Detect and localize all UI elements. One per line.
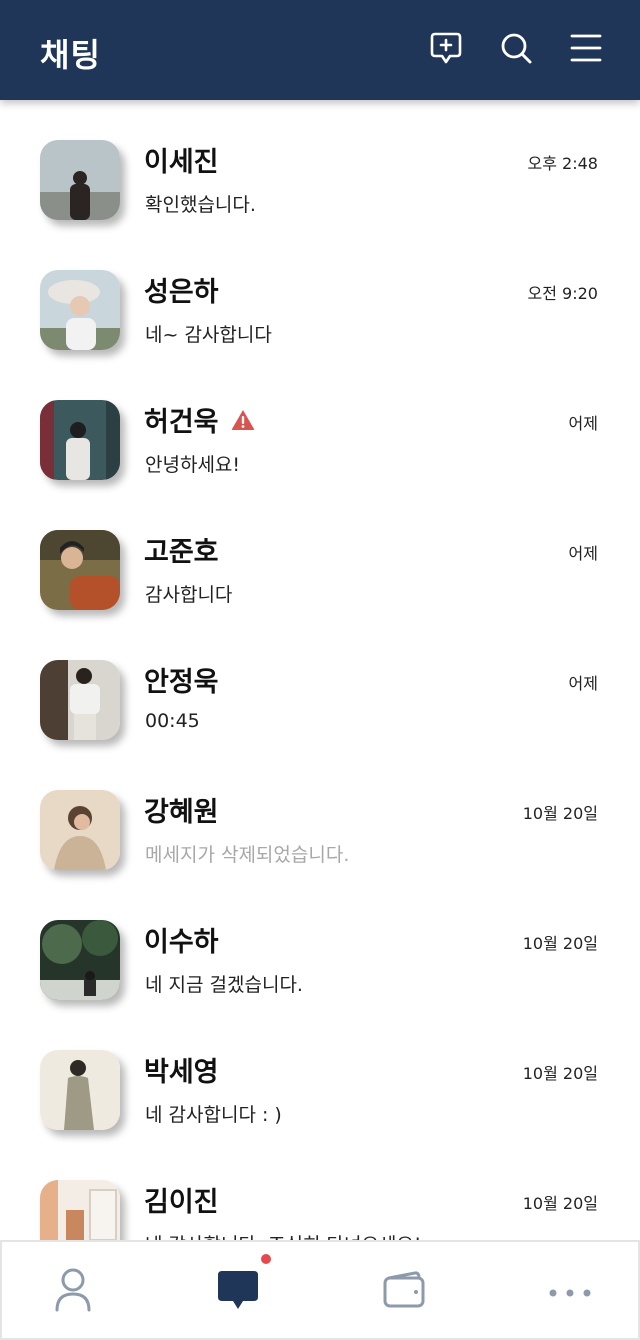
contact-name: 고준호 <box>144 537 219 568</box>
chat-name-row: 강혜원 <box>144 790 219 829</box>
chat-app: 채팅 이세진 오후 2:48 확인했습니다. 성은하 오전 9:20 네~ 감사… <box>0 0 640 1340</box>
avatar <box>40 1050 120 1130</box>
chat-list-item[interactable]: 김이진 10월 20일 네 감사합니다. 조심히 다녀오세요! <box>0 1140 640 1240</box>
contact-name: 성은하 <box>144 277 219 308</box>
chat-name-row: 박세영 <box>144 1050 219 1089</box>
last-message-time: 오전 9:20 <box>527 284 598 303</box>
chat-list-item[interactable]: 강혜원 10월 20일 메세지가 삭제되었습니다. <box>0 750 640 880</box>
last-message-time: 10월 20일 <box>522 1064 598 1083</box>
contact-name: 강혜원 <box>144 797 219 828</box>
last-message-preview: 네 감사합니다. 조심히 다녀오세요! <box>145 1230 422 1240</box>
bottom-navigation <box>0 1240 640 1340</box>
last-message-preview: 확인했습니다. <box>145 194 256 216</box>
nav-more-button[interactable] <box>540 1262 600 1322</box>
avatar <box>40 140 120 220</box>
last-message-time: 어제 <box>568 544 598 563</box>
last-message-preview: 네~ 감사합니다 <box>145 324 272 346</box>
nav-chat-button[interactable] <box>208 1262 268 1322</box>
search-button[interactable] <box>496 30 536 70</box>
chat-list-item[interactable]: 허건욱 어제 안녕하세요! <box>0 360 640 490</box>
last-message-time: 10월 20일 <box>522 804 598 823</box>
avatar <box>40 270 120 350</box>
chat-name-row: 김이진 <box>144 1180 219 1219</box>
chat-list-item[interactable]: 박세영 10월 20일 네 감사합니다 : ) <box>0 1010 640 1140</box>
avatar <box>40 790 120 870</box>
chat-list-item[interactable]: 이수하 10월 20일 네 지금 걸겠습니다. <box>0 880 640 1010</box>
chat-list-item[interactable]: 성은하 오전 9:20 네~ 감사합니다 <box>0 230 640 360</box>
avatar <box>40 660 120 740</box>
chat-icon <box>216 1269 260 1315</box>
contact-name: 박세영 <box>144 1057 219 1088</box>
last-message-time: 10월 20일 <box>522 934 598 953</box>
avatar <box>40 530 120 610</box>
new-chat-button[interactable] <box>426 30 466 70</box>
chat-list[interactable]: 이세진 오후 2:48 확인했습니다. 성은하 오전 9:20 네~ 감사합니다 <box>0 100 640 1240</box>
last-message-preview: 네 지금 걸겠습니다. <box>145 974 303 996</box>
last-message-preview: 네 감사합니다 : ) <box>145 1104 282 1126</box>
chat-list-item[interactable]: 고준호 어제 감사합니다 <box>0 490 640 620</box>
chat-name-row: 안정욱 <box>144 660 219 699</box>
contact-name: 이수하 <box>144 927 219 958</box>
profile-icon <box>53 1268 93 1316</box>
chat-name-row: 성은하 <box>144 270 219 309</box>
more-icon <box>548 1283 592 1302</box>
avatar <box>40 920 120 1000</box>
app-header: 채팅 <box>0 0 640 100</box>
last-message-preview: 감사합니다 <box>145 584 233 606</box>
chat-list-item[interactable]: 안정욱 어제 00:45 <box>0 620 640 750</box>
chat-name-row: 허건욱 <box>144 400 255 439</box>
wallet-icon <box>382 1271 426 1313</box>
last-message-time: 어제 <box>568 414 598 433</box>
contact-name: 안정욱 <box>144 667 219 698</box>
nav-wallet-button[interactable] <box>374 1262 434 1322</box>
last-message-preview: 00:45 <box>145 710 200 732</box>
contact-name: 허건욱 <box>144 407 219 438</box>
chat-name-row: 이세진 <box>144 140 219 179</box>
last-message-preview: 메세지가 삭제되었습니다. <box>145 844 350 866</box>
chat-name-row: 이수하 <box>144 920 219 959</box>
chat-name-row: 고준호 <box>144 530 219 569</box>
warning-icon <box>231 409 255 431</box>
new-chat-icon <box>429 31 463 69</box>
menu-button[interactable] <box>566 30 606 70</box>
contact-name: 김이진 <box>144 1187 219 1218</box>
chat-list-item[interactable]: 이세진 오후 2:48 확인했습니다. <box>0 100 640 230</box>
page-title: 채팅 <box>40 36 101 74</box>
search-icon <box>499 31 533 69</box>
menu-icon <box>569 31 603 69</box>
last-message-time: 어제 <box>568 674 598 693</box>
nav-profile-button[interactable] <box>43 1262 103 1322</box>
last-message-time: 10월 20일 <box>522 1194 598 1213</box>
unread-indicator-dot <box>261 1254 271 1264</box>
last-message-preview: 안녕하세요! <box>145 454 241 476</box>
avatar <box>40 400 120 480</box>
last-message-time: 오후 2:48 <box>527 154 598 173</box>
avatar <box>40 1180 120 1240</box>
contact-name: 이세진 <box>144 147 219 178</box>
